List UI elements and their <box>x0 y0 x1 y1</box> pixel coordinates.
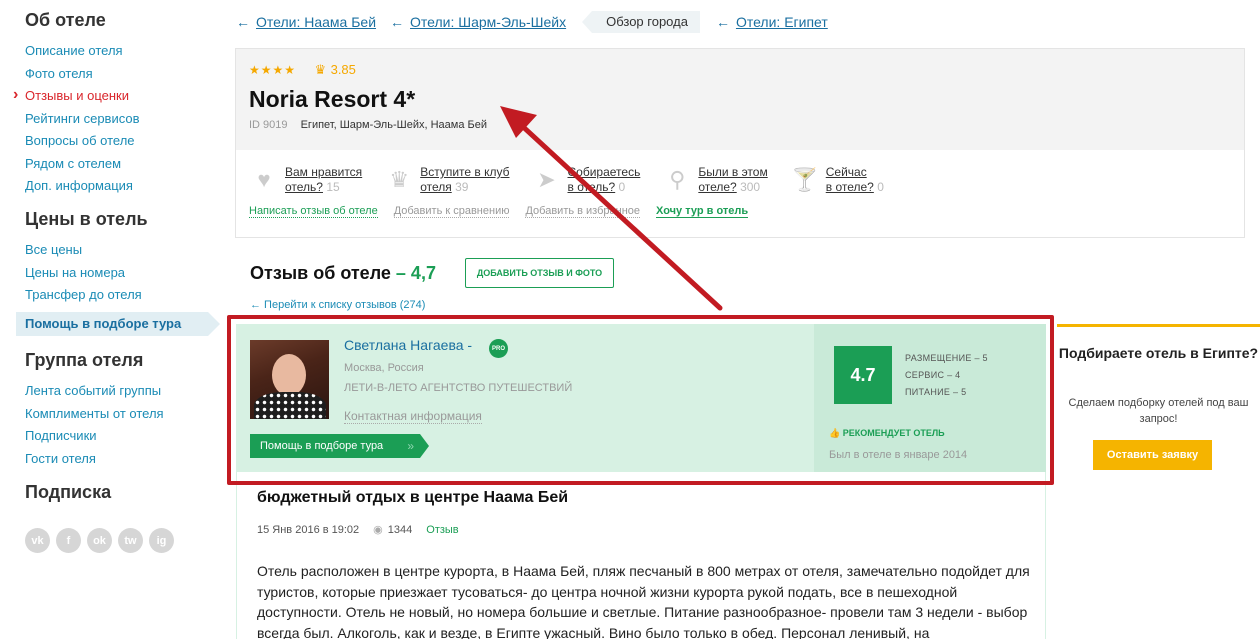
join-club-action[interactable]: ♛ Вступите в клуб отеля 39 <box>384 165 509 195</box>
hotel-location: Египет, Шарм-Эль-Шейх, Наама Бей <box>300 119 487 131</box>
sidebar-item-photos[interactable]: Фото отеля <box>0 63 210 86</box>
hotel-header: ★★★★ ♛ 3.85 Noria Resort 4* ID 9019 Егип… <box>235 48 1245 238</box>
sidebar-prices-list: Все цены Цены на номера Трансфер до отел… <box>0 239 210 307</box>
sidebar-group-list: Лента событий группы Комплименты от отел… <box>0 380 210 470</box>
promo-subtitle: Сделаем подборку отелей под ваш запрос! <box>1068 397 1249 425</box>
sidebar-item-subscribers[interactable]: Подписчики <box>0 425 210 448</box>
pro-badge: PRO <box>489 339 508 358</box>
sidebar-item-transfer[interactable]: Трансфер до отеля <box>0 284 210 307</box>
review-heading: Отзыв об отеле – 4,7 <box>250 263 436 283</box>
arrow-left-icon: ← <box>715 14 730 30</box>
sidebar-item-nearby[interactable]: Рядом с отелем <box>0 153 210 176</box>
review-body: бюджетный отдых в центре Наама Бей 15 Ян… <box>236 472 1046 639</box>
review-text: Отель расположен в центре курорта, в Наа… <box>257 563 1030 639</box>
hotel-stars: ★★★★ <box>249 63 297 77</box>
crown-icon: ♛ <box>314 62 327 77</box>
leave-request-button[interactable]: Оставить заявку <box>1093 440 1212 470</box>
cocktail-icon: 🍸 <box>791 167 819 192</box>
sidebar-tour-help-button[interactable]: Помощь в подборе тура <box>16 312 220 336</box>
facebook-icon[interactable]: f <box>56 528 81 553</box>
sidebar-item-all-prices[interactable]: Все цены <box>0 239 210 262</box>
recommend-label: 👍 РЕКОМЕНДУЕТ ОТЕЛЬ <box>829 428 945 438</box>
map-pin-icon: ⚲ <box>669 167 686 192</box>
promo-title: Подбираете отель в Египте? <box>1058 345 1259 361</box>
review-meta: 15 Янв 2016 в 19:02 ◉ 1344 Отзыв <box>257 523 459 537</box>
sidebar-heading-subscription: Подписка <box>25 482 112 502</box>
hotel-rating: 3.85 <box>330 62 356 77</box>
visit-date: Был в отеле в январе 2014 <box>829 449 968 461</box>
review-views: 1344 <box>387 523 413 536</box>
avatar[interactable] <box>250 340 329 419</box>
subscore-food: ПИТАНИЕ – 5 <box>905 387 967 397</box>
contact-info-link[interactable]: Контактная информация <box>344 409 482 424</box>
author-agency: ЛЕТИ-В-ЛЕТО АГЕНТСТВО ПУТЕШЕСТВИЙ <box>344 382 573 394</box>
arrow-left-icon: ← <box>236 14 250 30</box>
subscore-accommodation: РАЗМЕЩЕНИЕ – 5 <box>905 353 988 363</box>
hotel-meta: ID 9019 Египет, Шарм-Эль-Шейх, Наама Бей <box>249 119 1244 131</box>
sidebar-item-events[interactable]: Лента событий группы <box>0 380 210 403</box>
twitter-icon[interactable]: tw <box>118 528 143 553</box>
instagram-icon[interactable]: ig <box>149 528 174 553</box>
add-review-button[interactable]: ДОБАВИТЬ ОТЗЫВ И ФОТО <box>465 258 614 288</box>
hotel-actions: ♥ Вам нравится отель? 15 ♛ Вступите в клу… <box>236 150 1244 195</box>
breadcrumb-city-overview[interactable]: Обзор города <box>582 11 700 33</box>
promo-box: Подбираете отель в Египте? Сделаем подбо… <box>1057 324 1260 482</box>
paper-plane-icon: ➤ <box>537 167 556 192</box>
sidebar-item-compliments[interactable]: Комплименты от отеля <box>0 403 210 426</box>
review-type: Отзыв <box>426 523 459 536</box>
sidebar-about-list: Описание отеля Фото отеля Отзывы и оценк… <box>0 40 210 198</box>
sidebar-item-questions[interactable]: Вопросы об отеле <box>0 130 210 153</box>
review-score: 4.7 <box>834 346 892 404</box>
breadcrumb-sharm[interactable]: ← Отели: Шарм-Эль-Шейх <box>390 14 566 30</box>
sidebar-item-room-prices[interactable]: Цены на номера <box>0 262 210 285</box>
arrow-left-icon: ← <box>390 14 405 30</box>
eye-icon: ◉ <box>373 524 383 536</box>
review-title: бюджетный отдых в центре Наама Бей <box>257 489 569 506</box>
vk-icon[interactable]: vk <box>25 528 50 553</box>
like-hotel-action[interactable]: ♥ Вам нравится отель? 15 <box>249 165 362 195</box>
thumbs-up-icon: 👍 <box>829 428 841 438</box>
add-favorite-link[interactable]: Добавить в избранное <box>525 205 641 218</box>
now-at-hotel-action[interactable]: 🍸 Сейчас в отеле? 0 <box>790 165 884 195</box>
breadcrumb-naama-bay[interactable]: ← Отели: Наама Бей <box>236 14 376 30</box>
page-title: Noria Resort 4* <box>249 86 416 112</box>
sidebar-heading-about: Об отеле <box>25 10 106 30</box>
sidebar-item-description[interactable]: Описание отеля <box>0 40 210 63</box>
plan-visit-action[interactable]: ➤ Собираетесь в отель? 0 <box>532 165 640 195</box>
sidebar-heading-group: Группа отеля <box>25 350 144 370</box>
breadcrumb-egypt[interactable]: ← Отели: Египет <box>716 14 828 30</box>
heart-icon: ♥ <box>257 167 271 192</box>
write-review-link[interactable]: Написать отзыв об отеле <box>249 205 378 218</box>
visited-action[interactable]: ⚲ Были в этом отеле? 300 <box>662 165 767 195</box>
social-links: vk f ok tw ig <box>25 528 174 553</box>
sidebar-item-extra-info[interactable]: Доп. информация <box>0 175 210 198</box>
review-heading-score: – 4,7 <box>395 263 436 283</box>
back-to-reviews-link[interactable]: ← Перейти к списку отзывов (274) <box>250 299 425 311</box>
breadcrumb: ← Отели: Наама Бей ← Отели: Шарм-Эль-Шейх … <box>236 11 842 33</box>
chevrons-right-icon: » <box>407 439 414 453</box>
want-tour-link[interactable]: Хочу тур в отель <box>656 205 749 218</box>
odnoklassniki-icon[interactable]: ok <box>87 528 112 553</box>
hotel-summary: ★★★★ ♛ 3.85 Noria Resort 4* ID 9019 Егип… <box>236 49 1244 150</box>
sidebar-heading-prices: Цены в отель <box>25 209 148 229</box>
hotel-links: Написать отзыв об отеле Добавить к сравн… <box>236 195 1244 218</box>
crown-icon: ♛ <box>389 167 410 192</box>
hotel-id: ID 9019 <box>249 119 288 131</box>
author-name[interactable]: Светлана Нагаева - <box>344 337 472 353</box>
subscore-service: СЕРВИС – 4 <box>905 370 961 380</box>
add-compare-link[interactable]: Добавить к сравнению <box>393 205 510 218</box>
review-date: 15 Янв 2016 в 19:02 <box>257 523 360 536</box>
author-city: Москва, Россия <box>344 362 424 374</box>
sidebar-item-ratings[interactable]: Рейтинги сервисов <box>0 108 210 131</box>
review-score-panel: 4.7 РАЗМЕЩЕНИЕ – 5 СЕРВИС – 4 ПИТАНИЕ – … <box>814 324 1046 472</box>
tour-help-button[interactable]: Помощь в подборе тура » <box>250 434 429 458</box>
sidebar-item-reviews[interactable]: Отзывы и оценки <box>0 84 210 108</box>
hotel-rating-row: ★★★★ ♛ 3.85 <box>249 61 1244 79</box>
sidebar-item-guests[interactable]: Гости отеля <box>0 448 210 471</box>
